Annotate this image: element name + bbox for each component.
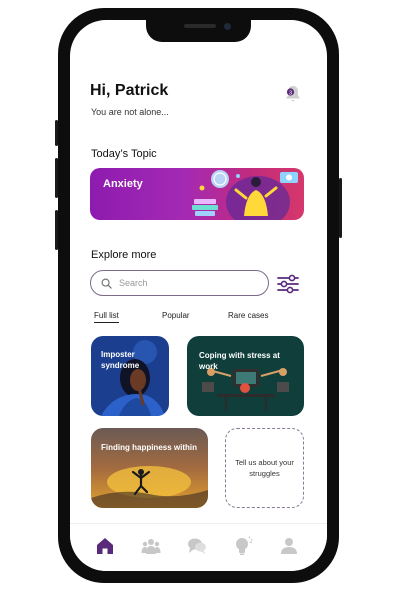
- app-screen: Hi, Patrick You are not alone... 3 Today…: [70, 20, 327, 571]
- search-icon: [101, 278, 112, 289]
- todays-topic-heading: Today’s Topic: [91, 148, 157, 160]
- greeting-subtitle: You are not alone...: [91, 107, 169, 117]
- tab-popular[interactable]: Popular: [162, 311, 190, 320]
- side-button: [55, 120, 58, 146]
- finding-happiness-card[interactable]: Finding happiness within: [91, 428, 208, 508]
- profile-icon[interactable]: [279, 536, 299, 556]
- coping-with-stress-card[interactable]: Coping with stress at work: [187, 336, 304, 416]
- tell-us-struggles-card[interactable]: Tell us about your struggles: [225, 428, 304, 508]
- imposter-syndrome-card[interactable]: Imposter syndrome: [91, 336, 169, 416]
- idea-icon[interactable]: [233, 536, 253, 556]
- chat-icon[interactable]: [187, 536, 207, 556]
- notch: [146, 20, 251, 42]
- card-label: Coping with stress at work: [199, 351, 280, 371]
- tab-full-list[interactable]: Full list: [94, 311, 119, 323]
- search-input[interactable]: [119, 278, 249, 288]
- tab-rare-cases[interactable]: Rare cases: [228, 311, 268, 320]
- card-label: Finding happiness within: [101, 443, 197, 452]
- svg-text:3: 3: [289, 90, 292, 96]
- search-bar[interactable]: [90, 270, 269, 296]
- community-icon[interactable]: [141, 536, 161, 556]
- side-button: [55, 158, 58, 198]
- camera: [224, 23, 231, 30]
- card-label: Imposter syndrome: [101, 350, 140, 370]
- woman-illustration-icon: [101, 340, 165, 416]
- anxiety-illustration-icon: [192, 170, 298, 220]
- explore-more-heading: Explore more: [91, 249, 157, 261]
- sunset-jump-illustration-icon: [91, 466, 208, 508]
- speaker: [184, 24, 216, 28]
- notification-bell-icon[interactable]: 3: [284, 84, 302, 104]
- home-icon[interactable]: [95, 536, 115, 556]
- bottom-navigation: [70, 523, 327, 571]
- topic-card-label: Anxiety: [103, 178, 143, 190]
- card-label: Tell us about your struggles: [235, 458, 294, 478]
- side-button: [55, 210, 58, 250]
- work-stress-illustration-icon: [202, 368, 289, 411]
- filter-sliders-icon[interactable]: [277, 273, 299, 295]
- greeting-title: Hi, Patrick: [90, 82, 169, 99]
- anxiety-topic-card[interactable]: Anxiety: [90, 168, 304, 220]
- category-tabs: Full list Popular Rare cases: [94, 311, 284, 327]
- side-button: [339, 178, 342, 238]
